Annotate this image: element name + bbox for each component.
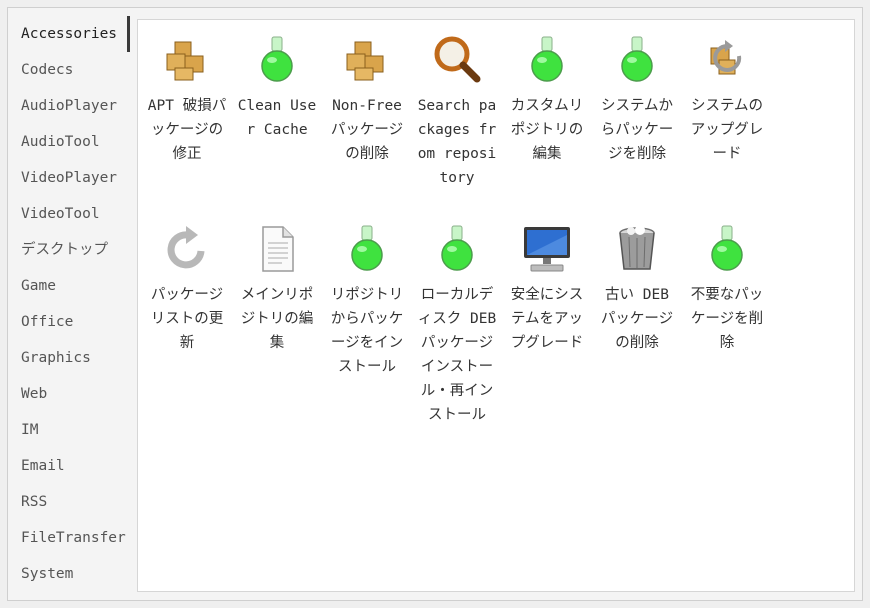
magnifier-icon [434, 36, 481, 83]
refresh-icon [167, 226, 205, 269]
launcher-clean-user-cache[interactable]: Clean User Cache [233, 34, 321, 142]
package-boxes-icon [166, 41, 204, 81]
launcher-label: パッケージリストの更新 [150, 287, 224, 351]
category-sidebar: Accessories Codecs AudioPlayer AudioTool… [8, 8, 130, 600]
green-flask-icon [351, 225, 383, 271]
launcher-label: APT 破損パッケージの修正 [147, 98, 227, 162]
category-videotool[interactable]: VideoTool [8, 196, 130, 232]
launcher-system-upgrade[interactable]: システムのアップグレード [683, 34, 771, 166]
category-email[interactable]: Email [8, 448, 130, 484]
trash-icon [619, 225, 655, 270]
launcher-label: システムからパッケージを削除 [600, 98, 674, 162]
green-flask-icon [711, 225, 743, 271]
green-flask-icon [531, 36, 563, 82]
launcher-label: Non-Free パッケージの削除 [330, 98, 404, 162]
launcher-label: 古い DEB パッケージの削除 [600, 287, 674, 351]
package-refresh-icon [710, 40, 742, 75]
category-im[interactable]: IM [8, 412, 130, 448]
launcher-remove-packages[interactable]: システムからパッケージを削除 [593, 34, 681, 166]
launcher-label: システムのアップグレード [690, 98, 764, 162]
launcher-label: 不要なパッケージを削除 [690, 287, 764, 351]
category-game[interactable]: Game [8, 268, 130, 304]
launcher-label: Clean User Cache [237, 98, 317, 138]
launcher-apt-fix-broken[interactable]: APT 破損パッケージの修正 [143, 34, 231, 166]
launcher-label: ローカルディスク DEB パッケージ インストール・再インストール [417, 287, 497, 423]
launcher-update-package-list[interactable]: パッケージリストの更新 [143, 223, 231, 355]
category-accessories[interactable]: Accessories [8, 16, 130, 52]
launcher-remove-unneeded[interactable]: 不要なパッケージを削除 [683, 223, 771, 355]
category-rss[interactable]: RSS [8, 484, 130, 520]
launcher-label: Search packages from repository [417, 98, 497, 186]
category-graphics[interactable]: Graphics [8, 340, 130, 376]
launcher-remove-old-deb[interactable]: 古い DEB パッケージの削除 [593, 223, 681, 355]
document-icon [262, 226, 294, 272]
category-system[interactable]: System [8, 556, 130, 592]
green-flask-icon [441, 225, 473, 271]
category-videoplayer[interactable]: VideoPlayer [8, 160, 130, 196]
category-audiotool[interactable]: AudioTool [8, 124, 130, 160]
launcher-label: カスタムリポジトリの編集 [510, 98, 584, 162]
launcher-edit-main-repos[interactable]: メインリポジトリの編集 [233, 223, 321, 355]
category-desktop[interactable]: デスクトップ [8, 232, 130, 268]
category-filetransfer[interactable]: FileTransfer [8, 520, 130, 556]
category-audioplayer[interactable]: AudioPlayer [8, 88, 130, 124]
launcher-install-from-repo[interactable]: リポジトリからパッケージをインストール [323, 223, 411, 379]
green-flask-icon [261, 36, 293, 82]
category-web[interactable]: Web [8, 376, 130, 412]
launcher-safe-upgrade[interactable]: 安全にシステムをアップグレード [503, 223, 591, 355]
category-codecs[interactable]: Codecs [8, 52, 130, 88]
launcher-label: 安全にシステムをアップグレード [510, 287, 584, 351]
launcher-search-packages[interactable]: Search packages from repository [413, 34, 501, 190]
green-flask-icon [621, 36, 653, 82]
launcher-label: メインリポジトリの編集 [240, 287, 314, 351]
category-office[interactable]: Office [8, 304, 130, 340]
launcher-edit-custom-repos[interactable]: カスタムリポジトリの編集 [503, 34, 591, 166]
package-boxes-icon [346, 41, 384, 81]
launcher-local-deb-install[interactable]: ローカルディスク DEB パッケージ インストール・再インストール [413, 223, 501, 427]
launcher-grid: APT 破損パッケージの修正 Clean User Cache Non-Free… [137, 19, 855, 592]
launcher-remove-nonfree[interactable]: Non-Free パッケージの削除 [323, 34, 411, 166]
monitor-icon [524, 227, 570, 272]
launcher-label: リポジトリからパッケージをインストール [330, 287, 404, 375]
